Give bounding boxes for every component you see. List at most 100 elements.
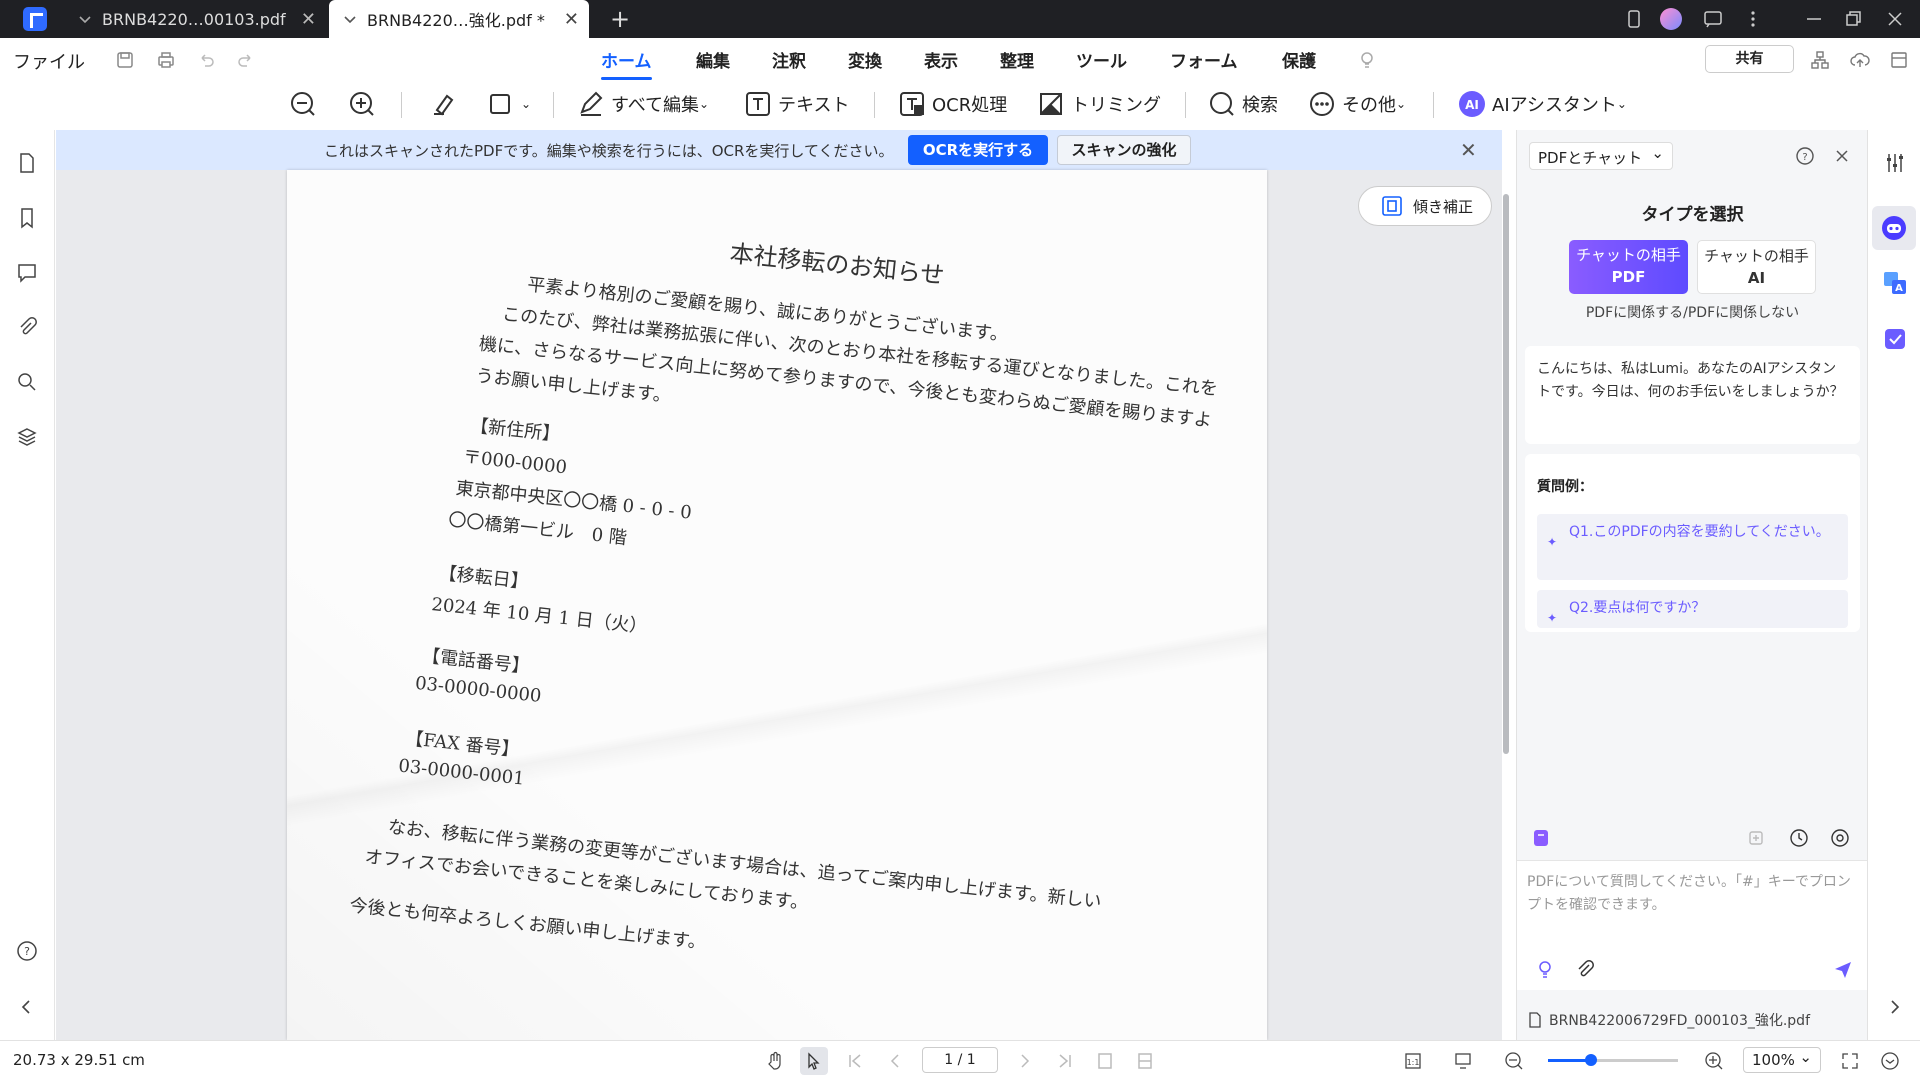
menu-form[interactable]: フォーム bbox=[1170, 47, 1238, 72]
previous-page-icon[interactable] bbox=[885, 1051, 905, 1071]
task-check-icon[interactable] bbox=[1882, 326, 1908, 352]
attachment-icon[interactable] bbox=[16, 316, 38, 338]
save-icon[interactable] bbox=[115, 50, 135, 70]
deskew-button[interactable]: 傾き補正 bbox=[1358, 186, 1492, 226]
menu-annotate[interactable]: 注釈 bbox=[772, 47, 806, 72]
chat-mode-dropdown[interactable]: PDFとチャット bbox=[1529, 142, 1673, 170]
bookmark-icon[interactable] bbox=[16, 207, 38, 229]
select-tool-button[interactable] bbox=[800, 1047, 828, 1075]
feedback-icon[interactable] bbox=[1703, 9, 1723, 29]
vertical-scrollbar[interactable] bbox=[1503, 194, 1509, 754]
last-page-icon[interactable] bbox=[1055, 1051, 1075, 1071]
undo-icon[interactable] bbox=[196, 50, 216, 70]
ai-assistant-button[interactable]: AI AIアシスタント ⌄ bbox=[1458, 87, 1627, 121]
document-line: 【電話番号】 bbox=[421, 645, 531, 678]
redo-icon[interactable] bbox=[236, 50, 256, 70]
close-tab-icon[interactable]: ✕ bbox=[301, 9, 316, 30]
more-vertical-icon[interactable] bbox=[1743, 9, 1763, 29]
help-icon[interactable]: ? bbox=[16, 940, 38, 962]
edit-all-button[interactable]: すべて編集 ⌄ bbox=[577, 87, 709, 121]
attached-file[interactable]: BRNB422006729FD_000103_強化.pdf bbox=[1517, 1000, 1868, 1040]
restore-icon[interactable] bbox=[1844, 9, 1864, 29]
enhance-scan-button[interactable]: スキャンの強化 bbox=[1057, 135, 1191, 165]
zoom-in-icon[interactable] bbox=[1704, 1051, 1724, 1071]
close-tab-icon[interactable]: ✕ bbox=[564, 9, 579, 30]
layers-icon[interactable] bbox=[16, 426, 38, 448]
text-button[interactable]: テキスト bbox=[744, 87, 849, 121]
page-number-input[interactable]: 1 / 1 bbox=[922, 1047, 998, 1073]
prompt-bulb-icon[interactable] bbox=[1535, 959, 1555, 979]
menu-edit[interactable]: 編集 bbox=[696, 47, 730, 72]
text-label: テキスト bbox=[778, 95, 850, 116]
page-layout-icon[interactable]: 1:1 bbox=[1403, 1051, 1423, 1071]
example-question-2[interactable]: Q2.要点は何ですか？ bbox=[1537, 590, 1848, 630]
run-ocr-button[interactable]: OCRを実行する bbox=[908, 135, 1048, 165]
minimize-icon[interactable] bbox=[1804, 9, 1824, 29]
org-chart-icon[interactable] bbox=[1810, 50, 1830, 70]
file-menu[interactable]: ファイル bbox=[13, 48, 85, 74]
attach-file-icon[interactable] bbox=[1575, 959, 1595, 979]
menu-convert[interactable]: 変換 bbox=[848, 47, 882, 72]
lightbulb-icon[interactable] bbox=[1357, 50, 1377, 70]
new-chat-icon[interactable] bbox=[1747, 828, 1767, 848]
zoom-slider[interactable] bbox=[1548, 1054, 1678, 1066]
search-icon[interactable] bbox=[16, 371, 38, 393]
comment-icon[interactable] bbox=[16, 262, 38, 284]
divider bbox=[874, 92, 875, 118]
shape-button[interactable]: ⌄ bbox=[487, 87, 531, 121]
expand-panel-icon[interactable] bbox=[1882, 994, 1908, 1020]
tab-document-1[interactable]: BRNB4220…00103.pdf ✕ bbox=[64, 0, 326, 38]
zoom-slider-handle[interactable] bbox=[1584, 1054, 1597, 1066]
history-icon[interactable] bbox=[1789, 828, 1809, 848]
app-logo-icon[interactable] bbox=[23, 7, 47, 31]
fit-width-icon[interactable] bbox=[1135, 1051, 1155, 1071]
notebook-icon[interactable] bbox=[1531, 828, 1551, 848]
trim-button[interactable]: トリミング bbox=[1037, 87, 1161, 121]
ocr-button[interactable]: OCR処理 bbox=[898, 87, 1007, 121]
svg-text:1:1: 1:1 bbox=[1407, 1058, 1420, 1067]
new-tab-button[interactable]: + bbox=[610, 5, 630, 33]
collapse-icon[interactable] bbox=[1880, 1051, 1900, 1071]
cloud-upload-icon[interactable] bbox=[1850, 50, 1870, 70]
send-icon[interactable] bbox=[1833, 959, 1853, 979]
tab-document-2[interactable]: BRNB4220…強化.pdf * ✕ bbox=[329, 0, 589, 38]
example-question-1[interactable]: Q1.このPDFの内容を要約してください。 bbox=[1537, 514, 1848, 580]
zoom-level-dropdown[interactable]: 100% bbox=[1743, 1047, 1821, 1073]
menu-organize[interactable]: 整理 bbox=[1000, 47, 1034, 72]
menu-home[interactable]: ホーム bbox=[601, 47, 652, 80]
zoom-out-icon[interactable] bbox=[1504, 1051, 1524, 1071]
share-button[interactable]: 共有 bbox=[1705, 45, 1794, 73]
chat-with-ai-button[interactable]: チャットの相手 AI bbox=[1697, 240, 1816, 294]
menu-view[interactable]: 表示 bbox=[924, 47, 958, 72]
help-icon[interactable]: ? bbox=[1795, 146, 1815, 166]
chat-with-pdf-button[interactable]: チャットの相手 PDF bbox=[1569, 240, 1688, 294]
chat-input-area[interactable]: PDFについて質問してください。「#」キーでプロンプトを確認できます。 bbox=[1517, 860, 1868, 990]
zoom-out-button[interactable] bbox=[289, 87, 323, 121]
search-button[interactable]: 検索 bbox=[1208, 87, 1278, 121]
view-mode-icon[interactable] bbox=[1453, 1051, 1473, 1071]
next-page-icon[interactable] bbox=[1015, 1051, 1035, 1071]
zoom-in-button[interactable] bbox=[348, 87, 382, 121]
fullscreen-icon[interactable] bbox=[1840, 1051, 1860, 1071]
highlight-button[interactable] bbox=[429, 87, 463, 121]
first-page-icon[interactable] bbox=[845, 1051, 865, 1071]
collapse-sidebar-icon[interactable] bbox=[16, 996, 38, 1018]
panel-toggle-icon[interactable] bbox=[1889, 50, 1909, 70]
avatar[interactable] bbox=[1660, 8, 1682, 30]
hand-tool-icon[interactable] bbox=[765, 1051, 785, 1071]
print-icon[interactable] bbox=[156, 50, 176, 70]
status-bar: 20.73 x 29.51 cm 1 / 1 1:1 100% bbox=[0, 1040, 1920, 1080]
ai-chat-tab[interactable] bbox=[1872, 206, 1916, 250]
close-window-icon[interactable] bbox=[1885, 9, 1905, 29]
menu-protect[interactable]: 保護 bbox=[1282, 47, 1316, 72]
close-panel-icon[interactable] bbox=[1833, 147, 1851, 165]
tablet-icon[interactable] bbox=[1624, 9, 1644, 29]
close-banner-icon[interactable]: ✕ bbox=[1460, 138, 1477, 162]
page-thumbnail-icon[interactable] bbox=[16, 152, 38, 174]
sliders-icon[interactable] bbox=[1882, 150, 1908, 176]
settings-icon[interactable] bbox=[1830, 828, 1850, 848]
menu-tools[interactable]: ツール bbox=[1076, 47, 1127, 72]
translate-icon[interactable]: A bbox=[1882, 270, 1908, 296]
fit-page-icon[interactable] bbox=[1095, 1051, 1115, 1071]
more-button[interactable]: その他 ⌄ bbox=[1308, 87, 1406, 121]
